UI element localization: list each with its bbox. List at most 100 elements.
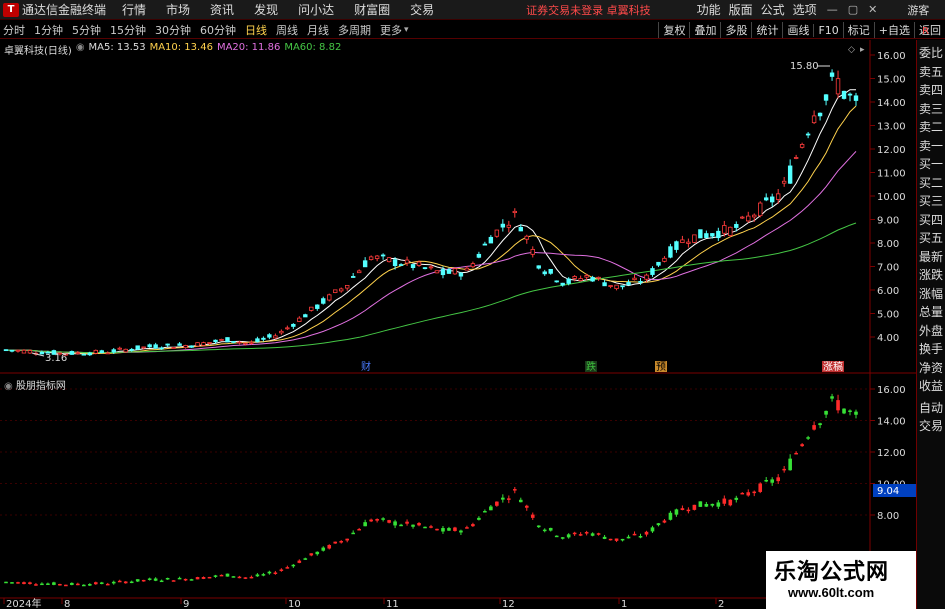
candle-body (321, 298, 326, 304)
rp-net-assets[interactable]: 净资 (917, 359, 945, 378)
candle-body (279, 330, 284, 334)
diamond-icon[interactable]: ◇ (848, 45, 855, 55)
rp-bid4[interactable]: 买四 (917, 211, 945, 230)
candle-body (356, 270, 362, 274)
rp-trade[interactable]: 交易 (917, 417, 945, 436)
rp-ask2[interactable]: 卖二 (917, 118, 945, 137)
watermark: 乐淘公式网 www.60lt.com (766, 551, 916, 609)
rp-volume[interactable]: 总量 (917, 303, 945, 322)
candle-body (9, 349, 15, 352)
sub-candle-body (584, 532, 589, 534)
candle-body (261, 337, 266, 340)
sub-candle-body (291, 564, 296, 567)
sub-candle-body (399, 524, 403, 527)
sub-candle-body (513, 489, 517, 491)
event-tag-rise[interactable]: 涨稿 (823, 360, 843, 373)
candle-body (339, 288, 344, 292)
candle-body (650, 268, 655, 275)
x-label: 2 (718, 599, 724, 609)
sub-candle-body (88, 584, 92, 586)
main-y-label: 15.00 (877, 75, 906, 86)
candle-body (692, 234, 697, 243)
candle-body (213, 339, 218, 343)
candle-body (315, 304, 320, 309)
candle-body (536, 265, 541, 269)
candle-body (404, 259, 410, 264)
sub-candle-body (28, 582, 32, 585)
candle-body (93, 349, 98, 354)
candle-body (488, 236, 494, 244)
sub-candle-body (489, 506, 493, 511)
collapse-icon[interactable]: ▸ (860, 45, 865, 55)
event-tag-drop[interactable]: 跌 (586, 360, 596, 373)
sub-candle-body (183, 578, 188, 581)
sub-candle-body (656, 523, 661, 526)
rp-turnover[interactable]: 换手 (917, 340, 945, 359)
candle-body (746, 215, 751, 222)
main-y-label: 4.00 (877, 333, 899, 344)
candle-body (494, 229, 500, 237)
sub-candle-body (22, 582, 26, 585)
candle-body (793, 157, 799, 159)
sub-y-label: 8.00 (877, 511, 899, 522)
candle-body (775, 193, 781, 200)
high-price-label: 15.80 (790, 61, 819, 72)
sub-candle-body (16, 582, 20, 584)
rp-earnings[interactable]: 收益 (917, 377, 945, 396)
sub-indicator-name[interactable]: 股朋指标网 (16, 381, 66, 392)
rp-bid-ratio[interactable]: 委比 (917, 44, 945, 63)
sub-y-label: 16.00 (877, 385, 906, 396)
sub-candle-body (674, 509, 679, 515)
rp-ask4[interactable]: 卖四 (917, 81, 945, 100)
candle-body (853, 95, 859, 101)
main-y-label: 7.00 (877, 263, 899, 274)
stock-name[interactable]: 卓翼科技(日线) (4, 42, 72, 57)
sub-candle-body (650, 527, 655, 532)
x-label: 11 (386, 599, 399, 609)
sub-candle-body (554, 535, 559, 538)
candle-body (500, 223, 506, 228)
sub-candle-body (231, 576, 236, 578)
sub-candle-body (237, 576, 242, 579)
rp-change-pct[interactable]: 涨幅 (917, 285, 945, 304)
sub-candle-body (64, 584, 68, 587)
sub-candle-body (111, 581, 116, 584)
candle-body (398, 264, 404, 266)
rp-auto[interactable]: 自动 (917, 399, 945, 418)
candle-body (27, 350, 33, 354)
sub-grid (0, 388, 870, 516)
main-y-label: 10.00 (877, 192, 906, 203)
rp-change[interactable]: 涨跌 (917, 266, 945, 285)
sub-candle-body (459, 530, 463, 533)
x-label: 10 (288, 599, 301, 609)
candle-body (422, 267, 428, 270)
rp-bid2[interactable]: 买二 (917, 174, 945, 193)
candle-body (87, 352, 93, 356)
rp-bid5[interactable]: 买五 (917, 229, 945, 248)
rp-ask1[interactable]: 卖一 (917, 137, 945, 156)
sub-candle-body (441, 528, 445, 532)
candle-body (309, 306, 314, 311)
kline-chart[interactable]: 15.80 3.16 财 跌 预 涨稿 16.0015.0014.0013.00… (0, 0, 945, 609)
rp-bid1[interactable]: 买一 (917, 155, 945, 174)
event-tag-finance[interactable]: 财 (361, 360, 371, 373)
legend-toggle-icon[interactable]: ◉ (76, 42, 85, 57)
event-tag-forecast[interactable]: 预 (656, 361, 666, 373)
sub-candle-body (716, 502, 721, 507)
sub-candle-body (123, 581, 128, 584)
sub-candle-body (159, 580, 164, 583)
rp-ask5[interactable]: 卖五 (917, 63, 945, 82)
sub-candle-body (836, 400, 840, 411)
rp-latest[interactable]: 最新 (917, 248, 945, 267)
rp-bid3[interactable]: 买三 (917, 192, 945, 211)
sub-candle-body (830, 396, 834, 399)
rp-outer[interactable]: 外盘 (917, 322, 945, 341)
candle-body (3, 349, 9, 352)
panel-r-icon[interactable]: R (922, 26, 929, 37)
rp-ask3[interactable]: 卖三 (917, 100, 945, 119)
sub-legend-toggle-icon[interactable]: ◉ (4, 381, 13, 392)
candle-body (847, 93, 853, 96)
sub-candle-body (842, 408, 846, 414)
candle-body (255, 338, 260, 342)
candle-body (374, 255, 380, 259)
